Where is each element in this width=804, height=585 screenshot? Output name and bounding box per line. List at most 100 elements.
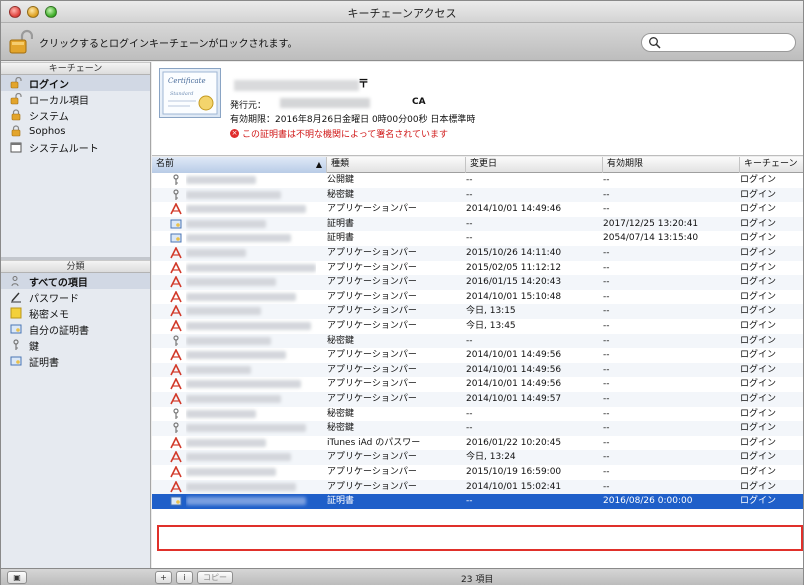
item-modified-date: 2015/02/05 11:12:12 (466, 262, 562, 273)
sidebar-keychain-item-1[interactable]: ローカル項目 (1, 91, 150, 107)
item-keychain: ログイン (740, 306, 777, 317)
warning-icon: × (230, 129, 239, 138)
sidebar-category-item-1[interactable]: パスワード (1, 289, 150, 305)
table-row[interactable]: アプリケーションパー 2014/10/01 15:10:48 -- ログイン (152, 290, 803, 305)
item-kind: アプリケーションパー (327, 350, 417, 361)
item-kind: アプリケーションパー (327, 248, 417, 258)
item-modified-date: 今日, 13:24 (466, 452, 516, 463)
sidebar-keychain-item-0[interactable]: ログイン (1, 75, 150, 91)
copy-button[interactable]: コピー (197, 571, 233, 584)
key-icon (170, 421, 184, 436)
sidebar-keychain-item-4[interactable]: システムルート (1, 139, 150, 155)
item-name-redacted (186, 436, 316, 451)
keychain-access-window: キーチェーンアクセス クリックするとログインキーチェーンがロックされます。 キー… (0, 0, 804, 585)
sidebar-category-item-0[interactable]: すべての項目 (1, 273, 150, 289)
table-row[interactable]: 秘密鍵 -- -- ログイン (152, 333, 803, 349)
table-row[interactable]: アプリケーションパー 2014/10/01 14:49:46 -- ログイン (152, 202, 803, 217)
add-item-button[interactable]: + (155, 571, 172, 584)
table-row[interactable]: アプリケーションパー 2015/10/19 16:59:00 -- ログイン (152, 465, 803, 480)
svg-text:Certificate: Certificate (168, 77, 206, 85)
column-header-expires[interactable]: 有効期限 (603, 157, 740, 173)
sidebar-category-item-4[interactable]: 鍵 (1, 337, 150, 353)
category-section: 分類 すべての項目 パスワード 秘密メモ 自分の証明書鍵証明書 (1, 260, 150, 369)
column-header-keychain[interactable]: キーチェーン (740, 157, 803, 173)
item-expiry-date: -- (603, 321, 610, 331)
column-header-name[interactable]: 名前 ▲ (152, 157, 327, 173)
certificate-name-suffix: 〒 (358, 77, 369, 90)
item-kind: アプリケーションパー (327, 306, 417, 317)
item-expiry-date: -- (603, 189, 610, 200)
item-keychain: ログイン (740, 262, 777, 273)
sidebar-keychain-item-3[interactable]: Sophos (1, 123, 150, 139)
item-name-redacted (186, 188, 316, 203)
table-row[interactable]: 秘密鍵 -- -- ログイン (152, 187, 803, 203)
item-name-redacted (186, 261, 316, 276)
table-row[interactable]: アプリケーションパー 2014/10/01 15:02:41 -- ログイン (152, 479, 803, 495)
table-row[interactable]: アプリケーションパー 今日, 13:45 -- ログイン (152, 319, 803, 334)
svg-text:Standard: Standard (170, 91, 193, 97)
item-kind: 証明書 (327, 218, 355, 229)
item-keychain: ログイン (740, 496, 777, 507)
item-kind: iTunes iAd のパスワー (327, 437, 421, 448)
item-keychain: ログイン (740, 379, 777, 390)
info-button[interactable]: i (176, 571, 193, 584)
item-expiry-date: -- (603, 379, 610, 390)
item-keychain: ログイン (740, 248, 777, 258)
sidebar-keychain-item-label: ローカル項目 (29, 95, 89, 107)
expiry-text: 有効期限：2016年8月26日金曜日 0時00分00秒 日本標準時 (230, 115, 476, 125)
table-row[interactable]: 証明書 -- 2054/07/14 13:15:40 ログイン (152, 231, 803, 246)
item-name-redacted (186, 290, 316, 305)
table-row[interactable]: アプリケーションパー 2015/10/26 14:11:40 -- ログイン (152, 246, 803, 261)
sidebar-category-item-5[interactable]: 証明書 (1, 353, 150, 369)
keychains-header: キーチェーン (1, 62, 150, 75)
item-kind: 秘密鍵 (327, 423, 355, 434)
sidebar-keychain-item-2[interactable]: システム (1, 107, 150, 123)
sidebar-category-item-3[interactable]: 自分の証明書 (1, 321, 150, 337)
sidebar-category-item-label: すべての項目 (29, 277, 88, 289)
search-field[interactable] (641, 33, 796, 52)
item-modified-date: 2014/10/01 15:10:48 (466, 291, 562, 302)
item-expiry-date: -- (603, 408, 610, 419)
table-row[interactable]: 証明書 -- 2017/12/25 13:20:41 ログイン (152, 216, 803, 232)
item-keychain: ログイン (740, 321, 777, 331)
certificate-name-redacted (234, 80, 359, 91)
table-row[interactable]: 公開鍵 -- -- ログイン (152, 173, 803, 188)
table-row[interactable]: 秘密鍵 -- -- ログイン (152, 421, 803, 436)
app-pen-icon (170, 479, 184, 495)
table-row[interactable]: アプリケーションパー 2014/10/01 14:49:56 -- ログイン (152, 362, 803, 378)
table-row[interactable]: アプリケーションパー 2016/01/15 14:20:43 -- ログイン (152, 275, 803, 290)
item-modified-date: -- (466, 423, 473, 434)
item-kind: アプリケーションパー (327, 467, 417, 477)
item-expiry-date: -- (603, 437, 610, 448)
item-modified-date: 2016/01/15 14:20:43 (466, 277, 562, 288)
sidebar-keychain-item-label: ログイン (29, 79, 69, 91)
item-keychain: ログイン (740, 218, 777, 229)
category-header: 分類 (1, 260, 150, 273)
lock-message: クリックするとログインキーチェーンがロックされます。 (39, 39, 298, 50)
sidebar-category-item-2[interactable]: 秘密メモ (1, 305, 150, 321)
item-kind: 証明書 (327, 496, 355, 507)
window-title: キーチェーンアクセス (347, 7, 457, 20)
item-name-redacted (186, 217, 316, 232)
show-sidebar-button[interactable]: ▣ (7, 571, 27, 584)
table-row[interactable]: iTunes iAd のパスワー 2016/01/22 10:20:45 -- ログイ… (152, 436, 803, 451)
table-row[interactable]: アプリケーションパー 2014/10/01 14:49:56 -- ログイン (152, 348, 803, 363)
column-header-modified[interactable]: 変更日 (466, 157, 603, 173)
table-row[interactable]: アプリケーションパー 2014/10/01 14:49:57 -- ログイン (152, 392, 803, 407)
warning-text: この証明書は不明な機関によって署名されています (242, 130, 449, 140)
item-kind: アプリケーションパー (327, 277, 417, 288)
column-header-kind[interactable]: 種類 (327, 157, 466, 173)
table-row[interactable]: アプリケーションパー 2015/02/05 11:12:12 -- ログイン (152, 260, 803, 276)
table-row[interactable]: アプリケーションパー 今日, 13:24 -- ログイン (152, 450, 803, 465)
item-name-redacted (186, 377, 316, 392)
table-row[interactable]: アプリケーションパー 今日, 13:15 -- ログイン (152, 304, 803, 319)
table-row[interactable]: 証明書 -- 2016/08/26 0:00:00 ログイン (152, 494, 803, 509)
item-modified-date: -- (466, 175, 473, 185)
unlocked-padlock-icon[interactable] (9, 29, 34, 55)
table-row[interactable]: アプリケーションパー 2014/10/01 14:49:56 -- ログイン (152, 377, 803, 392)
issuer-label: 発行元： (230, 101, 267, 111)
item-name-redacted (186, 363, 316, 378)
detail-pane: Certificate Standard 〒 発行元： CA 有効期限：2016… (152, 62, 803, 156)
table-row[interactable]: 秘密鍵 -- -- ログイン (152, 407, 803, 422)
item-keychain: ログイン (740, 364, 777, 375)
